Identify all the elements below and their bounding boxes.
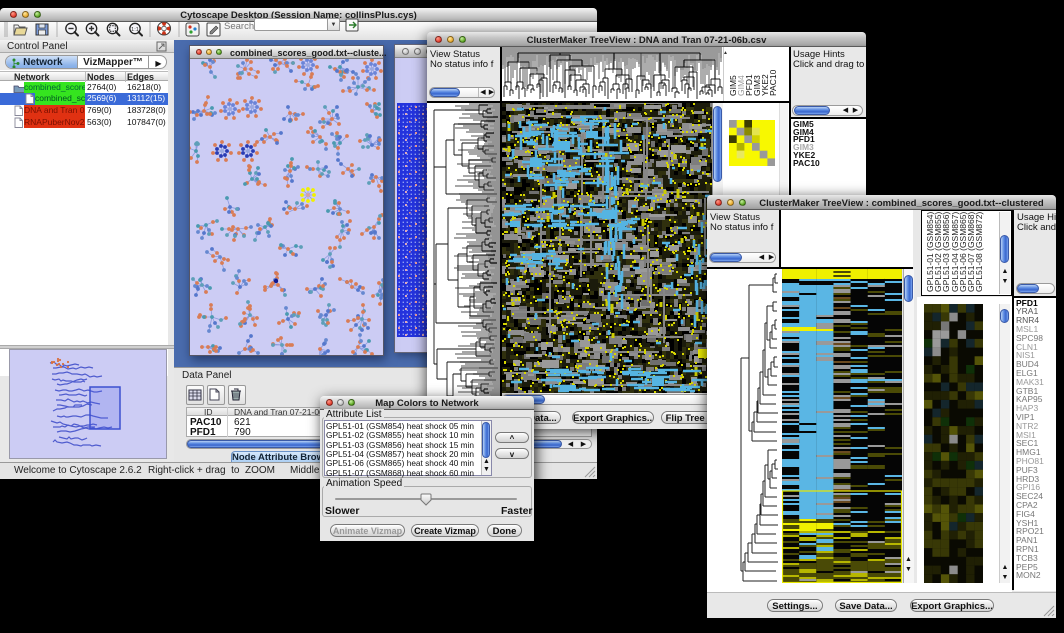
svg-text:1:1: 1:1	[131, 27, 139, 33]
